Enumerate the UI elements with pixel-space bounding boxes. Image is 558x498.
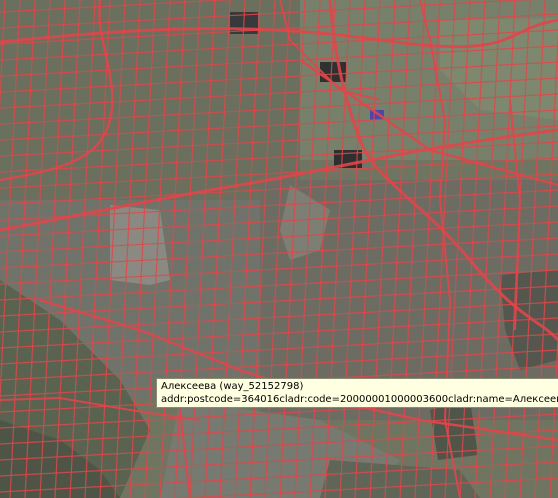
street[interactable] xyxy=(99,0,126,498)
street[interactable] xyxy=(0,301,558,333)
street[interactable] xyxy=(234,0,261,498)
feature-title: Алексеева (way_52152798) xyxy=(161,381,304,392)
street[interactable] xyxy=(0,285,558,317)
street[interactable] xyxy=(0,253,558,285)
street[interactable] xyxy=(0,0,558,29)
street[interactable] xyxy=(0,109,558,141)
street[interactable] xyxy=(0,0,6,498)
street[interactable] xyxy=(264,0,291,498)
street[interactable] xyxy=(0,429,558,461)
street[interactable] xyxy=(279,0,306,498)
street[interactable] xyxy=(204,0,231,498)
street[interactable] xyxy=(384,0,411,498)
street[interactable] xyxy=(219,0,246,498)
street[interactable] xyxy=(399,0,426,498)
street[interactable] xyxy=(519,0,546,498)
road[interactable] xyxy=(179,409,191,498)
street[interactable] xyxy=(0,461,558,493)
street[interactable] xyxy=(144,0,171,498)
street[interactable] xyxy=(0,317,558,349)
street[interactable] xyxy=(114,0,141,498)
map-view[interactable]: Алексеева (way_52152798) addr:postcode=3… xyxy=(0,0,558,498)
street[interactable] xyxy=(0,0,558,13)
street[interactable] xyxy=(0,61,558,93)
street[interactable] xyxy=(489,0,516,498)
street[interactable] xyxy=(174,0,201,498)
street[interactable] xyxy=(0,77,558,109)
feature-tags: addr:postcode=364016cladr:code=200000010… xyxy=(161,394,558,405)
street[interactable] xyxy=(189,0,216,498)
street[interactable] xyxy=(0,445,558,477)
road-network-overlay xyxy=(0,0,558,498)
street[interactable] xyxy=(0,45,558,77)
street[interactable] xyxy=(474,0,501,498)
street[interactable] xyxy=(0,269,558,301)
street[interactable] xyxy=(459,0,486,498)
street[interactable] xyxy=(249,0,276,498)
street[interactable] xyxy=(534,0,558,498)
street[interactable] xyxy=(294,0,321,498)
street[interactable] xyxy=(129,0,156,498)
street[interactable] xyxy=(0,93,558,125)
street[interactable] xyxy=(0,333,558,365)
main-road[interactable] xyxy=(328,0,558,342)
street[interactable] xyxy=(0,349,558,381)
feature-tooltip: Алексеева (way_52152798) addr:postcode=3… xyxy=(156,378,558,408)
